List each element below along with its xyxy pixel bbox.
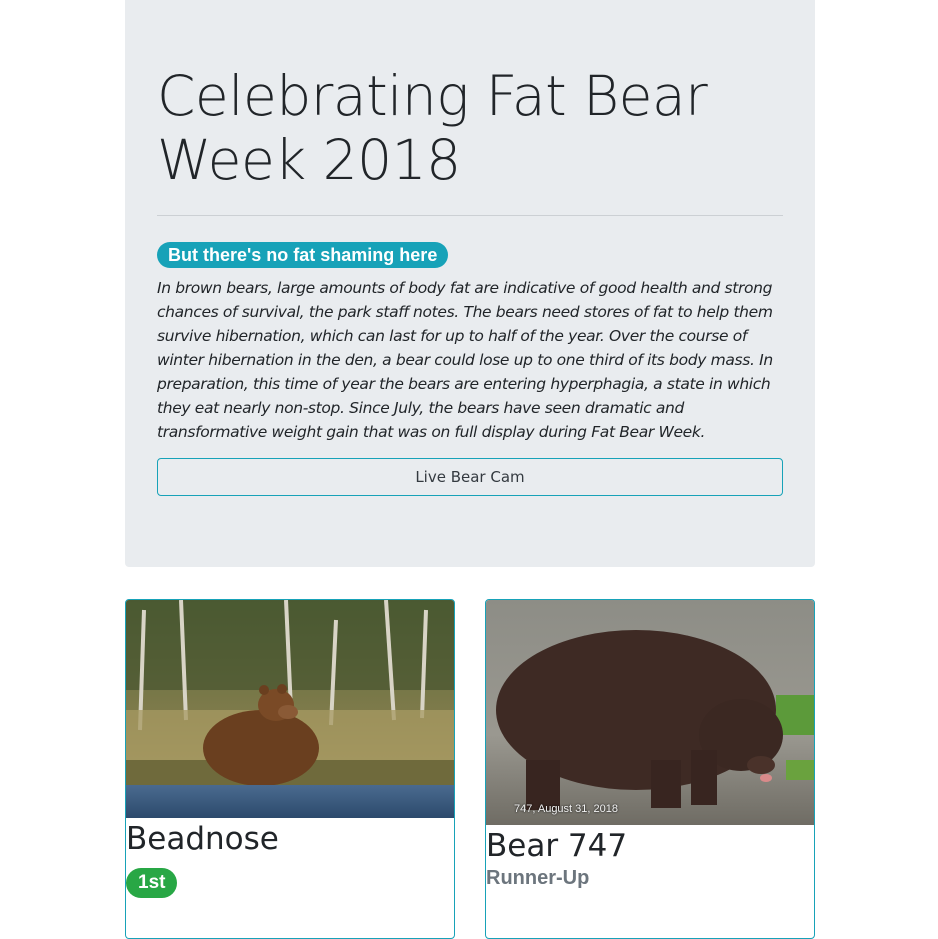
card-title-bear-747: Bear 747 xyxy=(486,828,628,864)
hero-jumbotron: Celebrating Fat Bear Week 2018 But there… xyxy=(125,0,815,567)
bear-card-beadnose: Beadnose 1st xyxy=(125,599,455,939)
bear-747-image xyxy=(486,600,814,825)
divider xyxy=(157,215,783,216)
winner-badge: 1st xyxy=(126,868,178,898)
photo-caption: 747, August 31, 2018 xyxy=(514,803,618,815)
bear-747-photo: 747, August 31, 2018 xyxy=(486,600,814,825)
tagline-pill: But there's no fat shaming here xyxy=(157,242,449,268)
runner-up-label: Runner-Up xyxy=(486,867,590,889)
card-title-beadnose: Beadnose xyxy=(126,821,279,857)
live-bear-cam-button[interactable]: Live Bear Cam xyxy=(157,458,783,496)
beadnose-photo xyxy=(126,600,454,818)
bear-card-747: 747, August 31, 2018 Bear 747 Runner-Up xyxy=(485,599,815,939)
beadnose-bear-image xyxy=(126,600,454,818)
page-title: Celebrating Fat Bear Week 2018 xyxy=(157,64,708,192)
intro-paragraph: In brown bears, large amounts of body fa… xyxy=(157,279,773,441)
